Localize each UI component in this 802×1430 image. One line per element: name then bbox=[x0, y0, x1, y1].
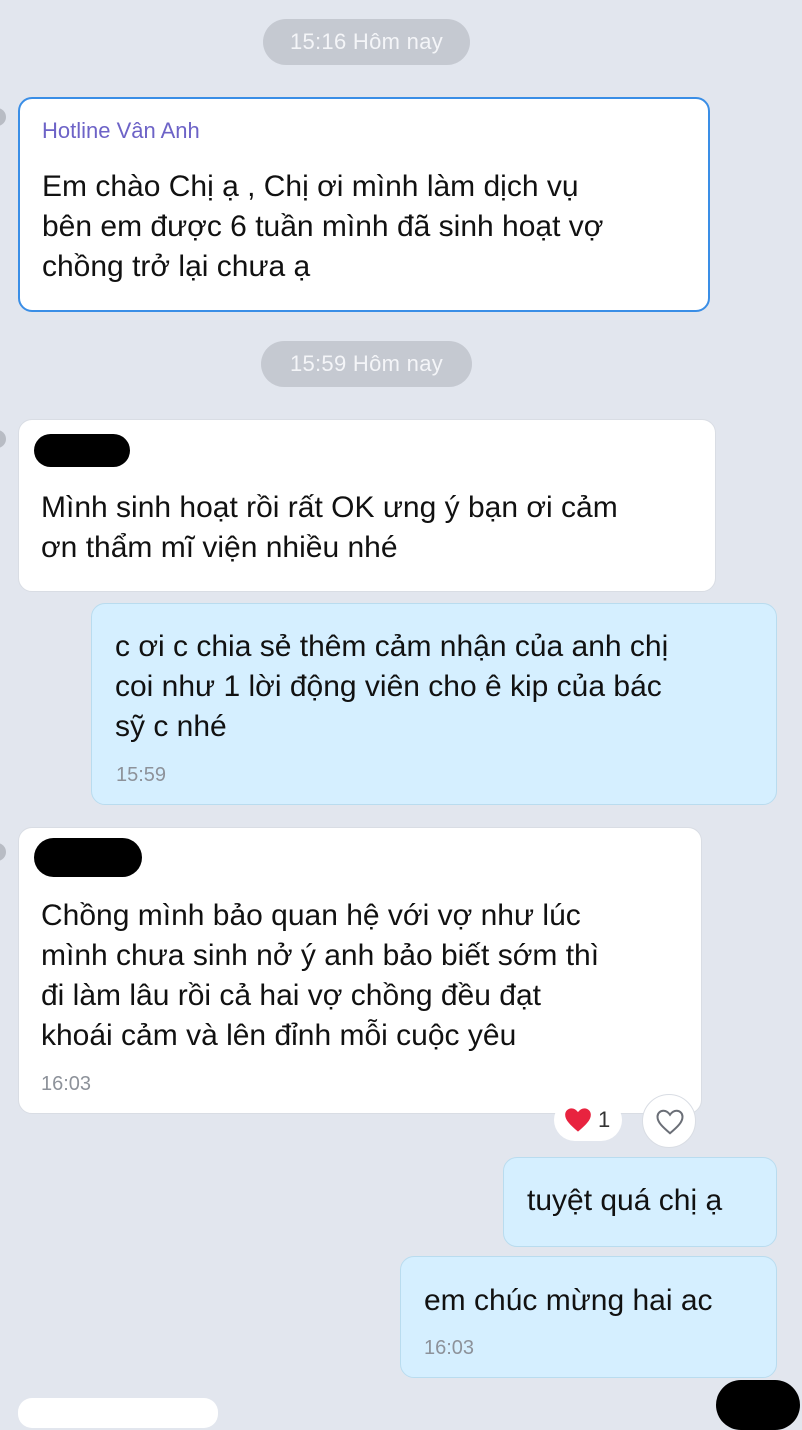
sender-name[interactable]: Hotline Vân Anh bbox=[42, 118, 200, 144]
message-text: Mình sinh hoạt rồi rất OK ưng ý bạn ơi c… bbox=[41, 488, 618, 568]
message-time: 16:03 bbox=[41, 1073, 92, 1095]
message-bubble[interactable]: Mình sinh hoạt rồi rất OK ưng ý bạn ơi c… bbox=[18, 419, 716, 592]
reaction-summary[interactable]: 1 bbox=[554, 1099, 622, 1141]
message-line: sỹ c nhé bbox=[115, 710, 227, 743]
message-time: 16:03 bbox=[424, 1337, 475, 1359]
message-bubble[interactable]: Hotline Vân Anh Em chào Chị ạ , Chị ơi m… bbox=[18, 97, 710, 312]
message-line: Chồng mình bảo quan hệ với vợ như lúc bbox=[41, 899, 581, 932]
message-line: Em chào Chị ạ , Chị ơi mình làm dịch vụ bbox=[42, 170, 579, 203]
heart-icon bbox=[564, 1107, 592, 1133]
message-time: 15:59 bbox=[116, 764, 167, 786]
time-separator: 15:16 Hôm nay bbox=[263, 19, 470, 65]
redacted-avatar bbox=[716, 1380, 800, 1430]
message-bubble[interactable]: Chồng mình bảo quan hệ với vợ như lúc mì… bbox=[18, 827, 702, 1114]
message-bubble[interactable]: em chúc mừng hai ac 16:03 bbox=[400, 1256, 777, 1378]
message-line: khoái cảm và lên đỉnh mỗi cuộc yêu bbox=[41, 1019, 517, 1052]
message-line: mình chưa sinh nở ý anh bảo biết sớm thì bbox=[41, 939, 600, 972]
message-text: Em chào Chị ạ , Chị ơi mình làm dịch vụ … bbox=[42, 167, 603, 287]
message-line: coi như 1 lời động viên cho ê kip của bá… bbox=[115, 670, 662, 703]
message-line: tuyệt quá chị ạ bbox=[527, 1184, 723, 1217]
message-line: Mình sinh hoạt rồi rất OK ưng ý bạn ơi c… bbox=[41, 491, 618, 524]
time-separator: 15:59 Hôm nay bbox=[261, 341, 472, 387]
message-text: Chồng mình bảo quan hệ với vợ như lúc mì… bbox=[41, 896, 599, 1056]
message-text: em chúc mừng hai ac bbox=[424, 1281, 713, 1321]
heart-outline-icon bbox=[655, 1108, 685, 1136]
avatar[interactable] bbox=[0, 843, 6, 861]
message-line: em chúc mừng hai ac bbox=[424, 1284, 713, 1317]
message-line: chồng trở lại chưa ạ bbox=[42, 250, 311, 283]
react-button[interactable] bbox=[642, 1094, 696, 1148]
message-text: tuyệt quá chị ạ bbox=[527, 1181, 722, 1221]
reaction-count: 1 bbox=[598, 1107, 611, 1132]
message-text: c ơi c chia sẻ thêm cảm nhận của anh chị… bbox=[115, 627, 668, 747]
message-line: đi làm lâu rồi cả hai vợ chồng đều đạt bbox=[41, 979, 541, 1012]
message-line: ơn thẩm mĩ viện nhiều nhé bbox=[41, 531, 398, 564]
avatar[interactable] bbox=[0, 108, 6, 126]
message-bubble[interactable]: tuyệt quá chị ạ bbox=[503, 1157, 777, 1247]
message-bubble[interactable]: c ơi c chia sẻ thêm cảm nhận của anh chị… bbox=[91, 603, 777, 805]
message-line: c ơi c chia sẻ thêm cảm nhận của anh chị bbox=[115, 630, 669, 663]
avatar[interactable] bbox=[0, 430, 6, 448]
message-line: bên em được 6 tuần mình đã sinh hoạt vợ bbox=[42, 210, 604, 243]
partial-message-bubble[interactable] bbox=[18, 1398, 218, 1428]
redacted-sender-name bbox=[34, 838, 142, 877]
redacted-sender-name bbox=[34, 434, 130, 467]
